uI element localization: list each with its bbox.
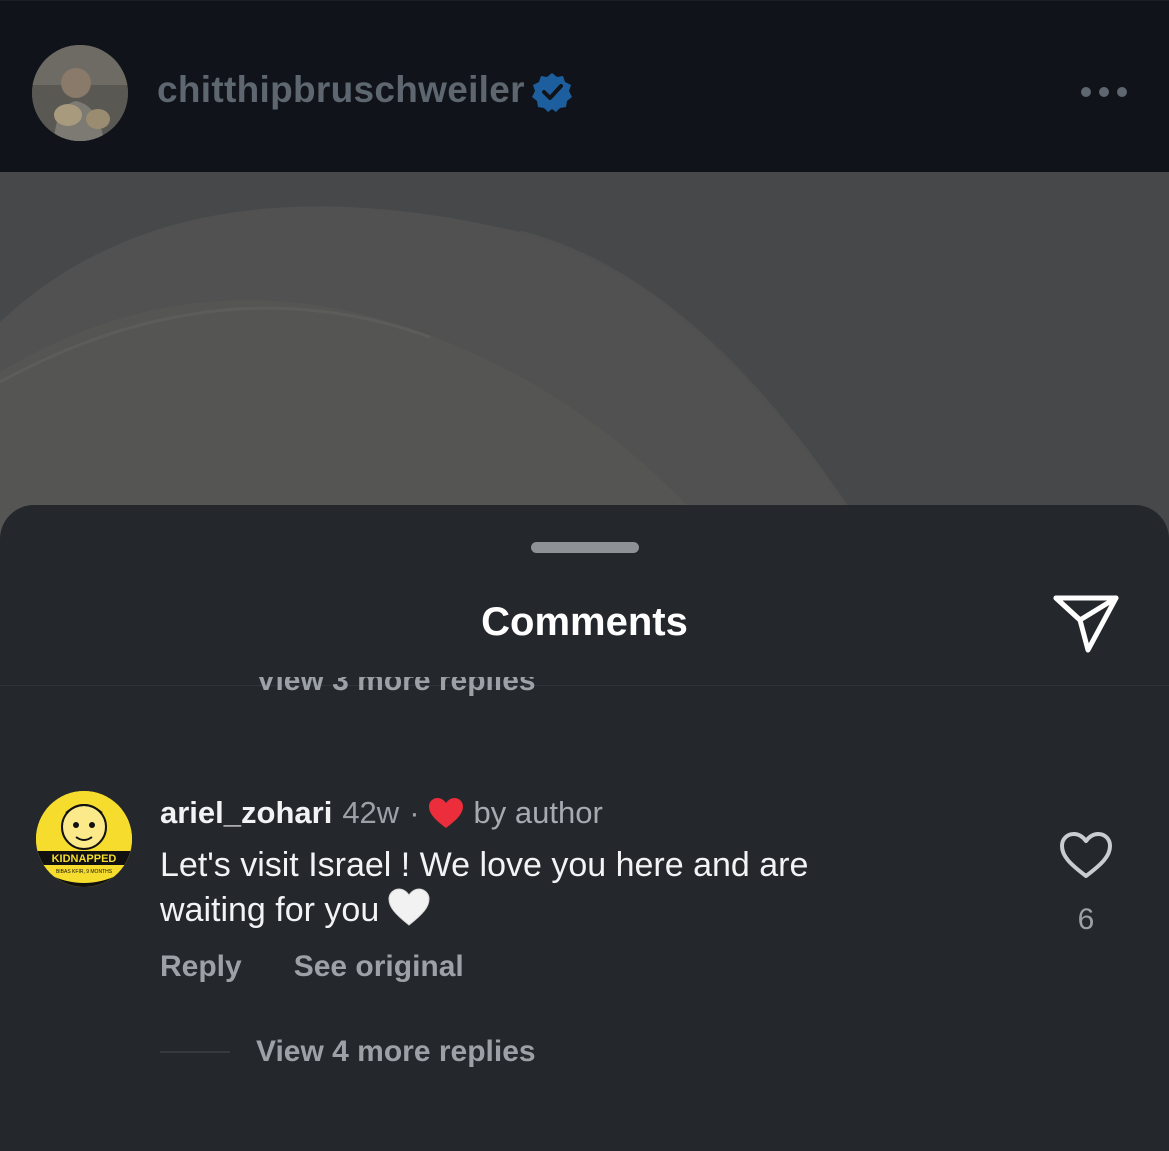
avatar-subtext: BIBAS KFIR, 9 MONTHS (56, 869, 113, 875)
white-heart-icon (387, 887, 431, 927)
verified-badge-icon (532, 72, 572, 112)
comment-timestamp: 42w (342, 795, 400, 830)
sheet-header-divider (0, 685, 1169, 686)
see-original-button[interactable]: See original (294, 950, 464, 983)
send-icon[interactable] (1050, 590, 1122, 656)
liked-by-author-label: by author (473, 795, 603, 830)
sheet-grab-handle[interactable] (531, 542, 639, 553)
previous-replies-link[interactable]: View 3 more replies (256, 677, 536, 699)
comment-actions: Reply See original (160, 950, 464, 984)
comment-text: Let's visit Israel ! We love you here an… (160, 844, 920, 932)
post-author-username[interactable]: chitthipbruschweiler (157, 69, 525, 111)
avatar-photo-icon (32, 45, 128, 141)
post-author-avatar[interactable] (32, 45, 128, 141)
replies-thread-line (160, 1051, 230, 1053)
comment-username[interactable]: ariel_zohari (160, 795, 332, 831)
post-header: chitthipbruschweiler (0, 0, 1169, 173)
meta-separator: · (409, 795, 420, 830)
more-options-icon[interactable] (1078, 83, 1130, 101)
comment-author-avatar[interactable]: KIDNAPPED BIBAS KFIR, 9 MONTHS (36, 791, 132, 887)
avatar-kidnapped-text: KIDNAPPED (52, 853, 117, 865)
comments-sheet: Comments View 3 more replies KIDNAPPED B… (0, 505, 1169, 1151)
sheet-title: Comments (481, 600, 688, 644)
previous-replies-label: View 3 more replies (256, 677, 536, 697)
like-count: 6 (1077, 903, 1095, 936)
liked-by-author-heart-icon (428, 797, 464, 830)
like-heart-icon[interactable] (1058, 830, 1114, 880)
reply-button[interactable]: Reply (160, 950, 242, 983)
view-more-replies-link[interactable]: View 4 more replies (256, 1035, 536, 1069)
comment-meta: ariel_zohari 42w · by author (160, 795, 603, 831)
comment-body: Let's visit Israel ! We love you here an… (160, 846, 809, 929)
